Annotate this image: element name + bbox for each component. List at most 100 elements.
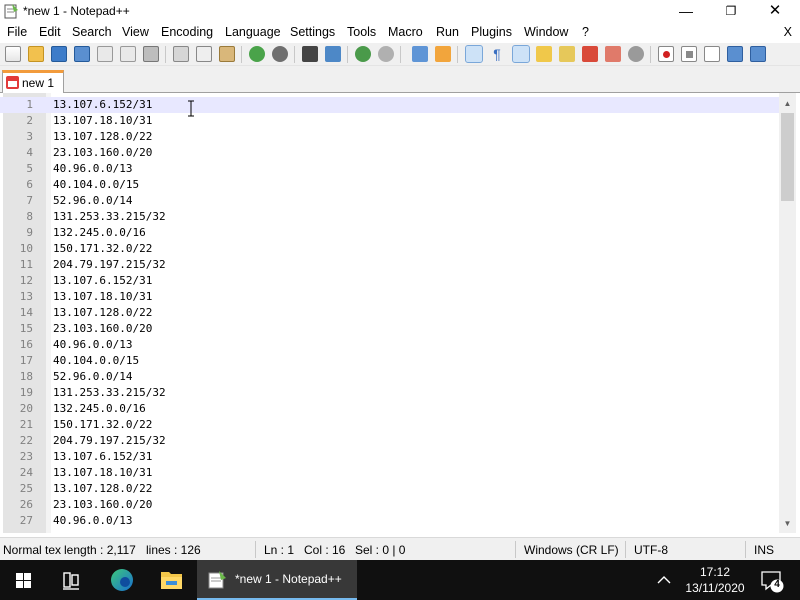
scrollbar-thumb[interactable] <box>781 113 794 201</box>
menu-window[interactable]: Window <box>524 25 568 39</box>
editor-line[interactable]: 6 40.104.0.0/15 <box>0 177 779 193</box>
menu-search[interactable]: Search <box>72 25 112 39</box>
status-insert-mode[interactable]: INS <box>754 543 774 557</box>
notepad-plus-plus-taskbar-button[interactable]: *new 1 - Notepad++ <box>197 560 357 600</box>
editor-line[interactable]: 13 13.107.18.10/31 <box>0 289 779 305</box>
editor-line[interactable]: 20 132.245.0.0/16 <box>0 401 779 417</box>
maximize-button[interactable]: ❐ <box>708 0 754 22</box>
line-text: 13.107.6.152/31 <box>53 274 153 287</box>
indent-guide-icon[interactable] <box>512 45 530 63</box>
editor-line[interactable]: 14 13.107.128.0/22 <box>0 305 779 321</box>
scroll-up-arrow-icon[interactable]: ▲ <box>779 95 796 112</box>
start-button[interactable] <box>0 560 47 600</box>
show-hidden-icons-button[interactable] <box>650 560 678 600</box>
print-icon[interactable] <box>143 46 159 62</box>
editor-line[interactable]: 3 13.107.128.0/22 <box>0 129 779 145</box>
menu-help[interactable]: ? <box>582 25 589 39</box>
editor-line[interactable]: 11 204.79.197.215/32 <box>0 257 779 273</box>
save-icon[interactable] <box>51 46 67 62</box>
run-macro-multiple-icon[interactable] <box>727 46 743 62</box>
editor-line[interactable]: 17 40.104.0.0/15 <box>0 353 779 369</box>
menu-view[interactable]: View <box>122 25 149 39</box>
close-button[interactable]: ✕ <box>752 0 798 22</box>
editor-line[interactable]: 19 131.253.33.215/32 <box>0 385 779 401</box>
menu-encoding[interactable]: Encoding <box>161 25 213 39</box>
file-explorer-button[interactable] <box>148 560 195 600</box>
menu-tools[interactable]: Tools <box>347 25 376 39</box>
menu-file[interactable]: File <box>7 25 27 39</box>
editor-line[interactable]: 25 13.107.128.0/22 <box>0 481 779 497</box>
task-view-icon <box>63 572 79 590</box>
menu-language[interactable]: Language <box>225 25 281 39</box>
editor-line[interactable]: 26 23.103.160.0/20 <box>0 497 779 513</box>
menu-run[interactable]: Run <box>436 25 459 39</box>
editor-line[interactable]: 16 40.96.0.0/13 <box>0 337 779 353</box>
sync-horizontal-icon[interactable] <box>435 46 451 62</box>
menu-edit[interactable]: Edit <box>39 25 61 39</box>
zoom-in-icon[interactable] <box>355 46 371 62</box>
editor[interactable]: 1 13.107.6.152/31 2 13.107.18.10/31 3 13.107.… <box>0 93 800 533</box>
editor-line[interactable]: 12 13.107.6.152/31 <box>0 273 779 289</box>
find-icon[interactable] <box>302 46 318 62</box>
function-list-icon[interactable] <box>582 46 598 62</box>
minimize-button[interactable]: — <box>663 0 709 22</box>
redo-icon[interactable] <box>272 46 288 62</box>
editor-line[interactable]: 5 40.96.0.0/13 <box>0 161 779 177</box>
editor-line[interactable]: 18 52.96.0.0/14 <box>0 369 779 385</box>
editor-line[interactable]: 21 150.171.32.0/22 <box>0 417 779 433</box>
close-all-icon[interactable] <box>120 46 136 62</box>
vertical-scrollbar[interactable]: ▲ ▼ <box>779 93 796 533</box>
line-number: 8 <box>26 210 33 223</box>
copy-icon[interactable] <box>196 46 212 62</box>
document-map-icon[interactable] <box>559 46 575 62</box>
replace-icon[interactable] <box>325 46 341 62</box>
show-all-characters-icon[interactable]: ¶ <box>489 46 505 62</box>
monitoring-icon[interactable] <box>628 46 644 62</box>
open-file-icon[interactable] <box>28 46 44 62</box>
scroll-down-arrow-icon[interactable]: ▼ <box>779 515 796 532</box>
playback-macro-icon[interactable] <box>704 46 720 62</box>
editor-line[interactable]: 9 132.245.0.0/16 <box>0 225 779 241</box>
menu-bar: File Edit Search View Encoding Language … <box>0 22 800 43</box>
record-macro-icon[interactable] <box>658 46 674 62</box>
cut-icon[interactable] <box>173 46 189 62</box>
editor-line[interactable]: 15 23.103.160.0/20 <box>0 321 779 337</box>
menu-macro[interactable]: Macro <box>388 25 423 39</box>
stop-recording-icon[interactable] <box>681 46 697 62</box>
line-number: 9 <box>26 226 33 239</box>
line-text: 40.96.0.0/13 <box>53 338 133 351</box>
line-text: 23.103.160.0/20 <box>53 498 153 511</box>
editor-line[interactable]: 24 13.107.18.10/31 <box>0 465 779 481</box>
editor-line[interactable]: 8 131.253.33.215/32 <box>0 209 779 225</box>
menu-settings[interactable]: Settings <box>290 25 335 39</box>
edge-browser-button[interactable] <box>98 560 145 600</box>
menu-plugins[interactable]: Plugins <box>471 25 512 39</box>
save-macro-icon[interactable] <box>750 46 766 62</box>
tab-new-1[interactable]: new 1 <box>2 70 64 93</box>
save-all-icon[interactable] <box>74 46 90 62</box>
word-wrap-icon[interactable] <box>465 45 483 63</box>
editor-line[interactable]: 7 52.96.0.0/14 <box>0 193 779 209</box>
sync-vertical-icon[interactable] <box>412 46 428 62</box>
zoom-out-icon[interactable] <box>378 46 394 62</box>
editor-line[interactable]: 10 150.171.32.0/22 <box>0 241 779 257</box>
editor-line[interactable]: 1 13.107.6.152/31 <box>0 97 779 113</box>
editor-line[interactable]: 27 40.96.0.0/13 <box>0 513 779 529</box>
status-eol[interactable]: Windows (CR LF) <box>524 543 619 557</box>
close-document-button[interactable]: X <box>784 25 792 39</box>
editor-line[interactable]: 4 23.103.160.0/20 <box>0 145 779 161</box>
paste-icon[interactable] <box>219 46 235 62</box>
clock[interactable]: 17:12 13/11/2020 <box>680 564 750 596</box>
status-encoding[interactable]: UTF-8 <box>634 543 668 557</box>
editor-line[interactable]: 2 13.107.18.10/31 <box>0 113 779 129</box>
new-file-icon[interactable] <box>5 46 21 62</box>
taskbar-app-label: *new 1 - Notepad++ <box>235 572 342 586</box>
folder-as-workspace-icon[interactable] <box>605 46 621 62</box>
editor-line[interactable]: 22 204.79.197.215/32 <box>0 433 779 449</box>
notification-center-button[interactable]: 4 <box>752 560 792 600</box>
editor-line[interactable]: 23 13.107.6.152/31 <box>0 449 779 465</box>
task-view-button[interactable] <box>48 560 95 600</box>
close-icon[interactable] <box>97 46 113 62</box>
user-defined-language-icon[interactable] <box>536 46 552 62</box>
undo-icon[interactable] <box>249 46 265 62</box>
